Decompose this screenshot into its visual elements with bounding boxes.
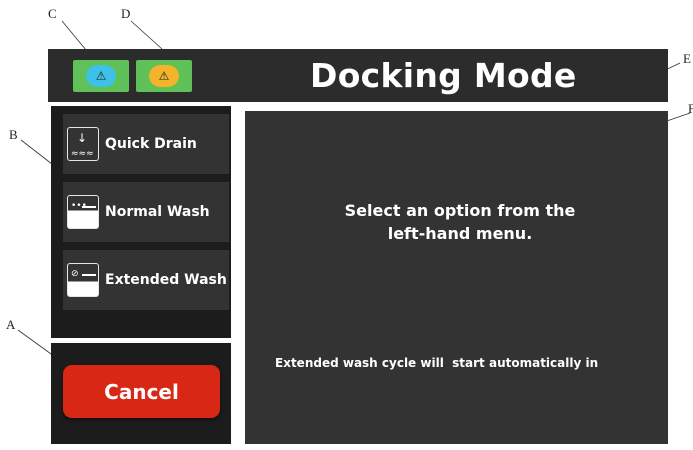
auto-start-status: Extended wash cycle will start automatic… bbox=[275, 356, 599, 370]
content-panel: Select an option from the left-hand menu… bbox=[245, 111, 668, 444]
warning-icon: ⚠ bbox=[86, 65, 116, 87]
extended-wash-icon: ⊘ bbox=[67, 263, 99, 297]
sidebar-item-quick-drain[interactable]: ↓ ≈≈≈ Quick Drain bbox=[63, 114, 229, 174]
warning-indicator-hand[interactable]: ⚠ bbox=[136, 60, 192, 92]
sidebar-item-label: Quick Drain bbox=[105, 136, 197, 152]
cancel-panel: Cancel bbox=[51, 343, 231, 444]
callout-label-d: D bbox=[121, 6, 131, 21]
sidebar-menu: ↓ ≈≈≈ Quick Drain ••• Normal Wash ⊘ Exten… bbox=[51, 106, 231, 338]
normal-wash-icon: ••• bbox=[67, 195, 99, 229]
callout-label-f: F bbox=[688, 101, 693, 116]
cancel-button[interactable]: Cancel bbox=[63, 365, 220, 418]
warning-indicator-general[interactable]: ⚠ bbox=[73, 60, 129, 92]
select-option-prompt: Select an option from the left-hand menu… bbox=[344, 201, 576, 243]
page-title: Docking Mode bbox=[310, 56, 577, 95]
drain-icon: ↓ ≈≈≈ bbox=[67, 127, 99, 161]
sidebar-item-extended-wash[interactable]: ⊘ Extended Wash bbox=[63, 250, 229, 310]
sidebar-item-label: Normal Wash bbox=[105, 204, 210, 220]
callout-label-a: A bbox=[6, 317, 16, 332]
header-bar: ⚠ ⚠ Docking Mode bbox=[48, 49, 668, 102]
callout-label-b: B bbox=[9, 127, 18, 142]
sidebar-item-label: Extended Wash bbox=[105, 272, 227, 288]
sidebar-item-normal-wash[interactable]: ••• Normal Wash bbox=[63, 182, 229, 242]
callout-label-c: C bbox=[48, 6, 57, 21]
warning-hand-icon: ⚠ bbox=[149, 65, 179, 87]
callout-label-e: E bbox=[683, 51, 691, 66]
